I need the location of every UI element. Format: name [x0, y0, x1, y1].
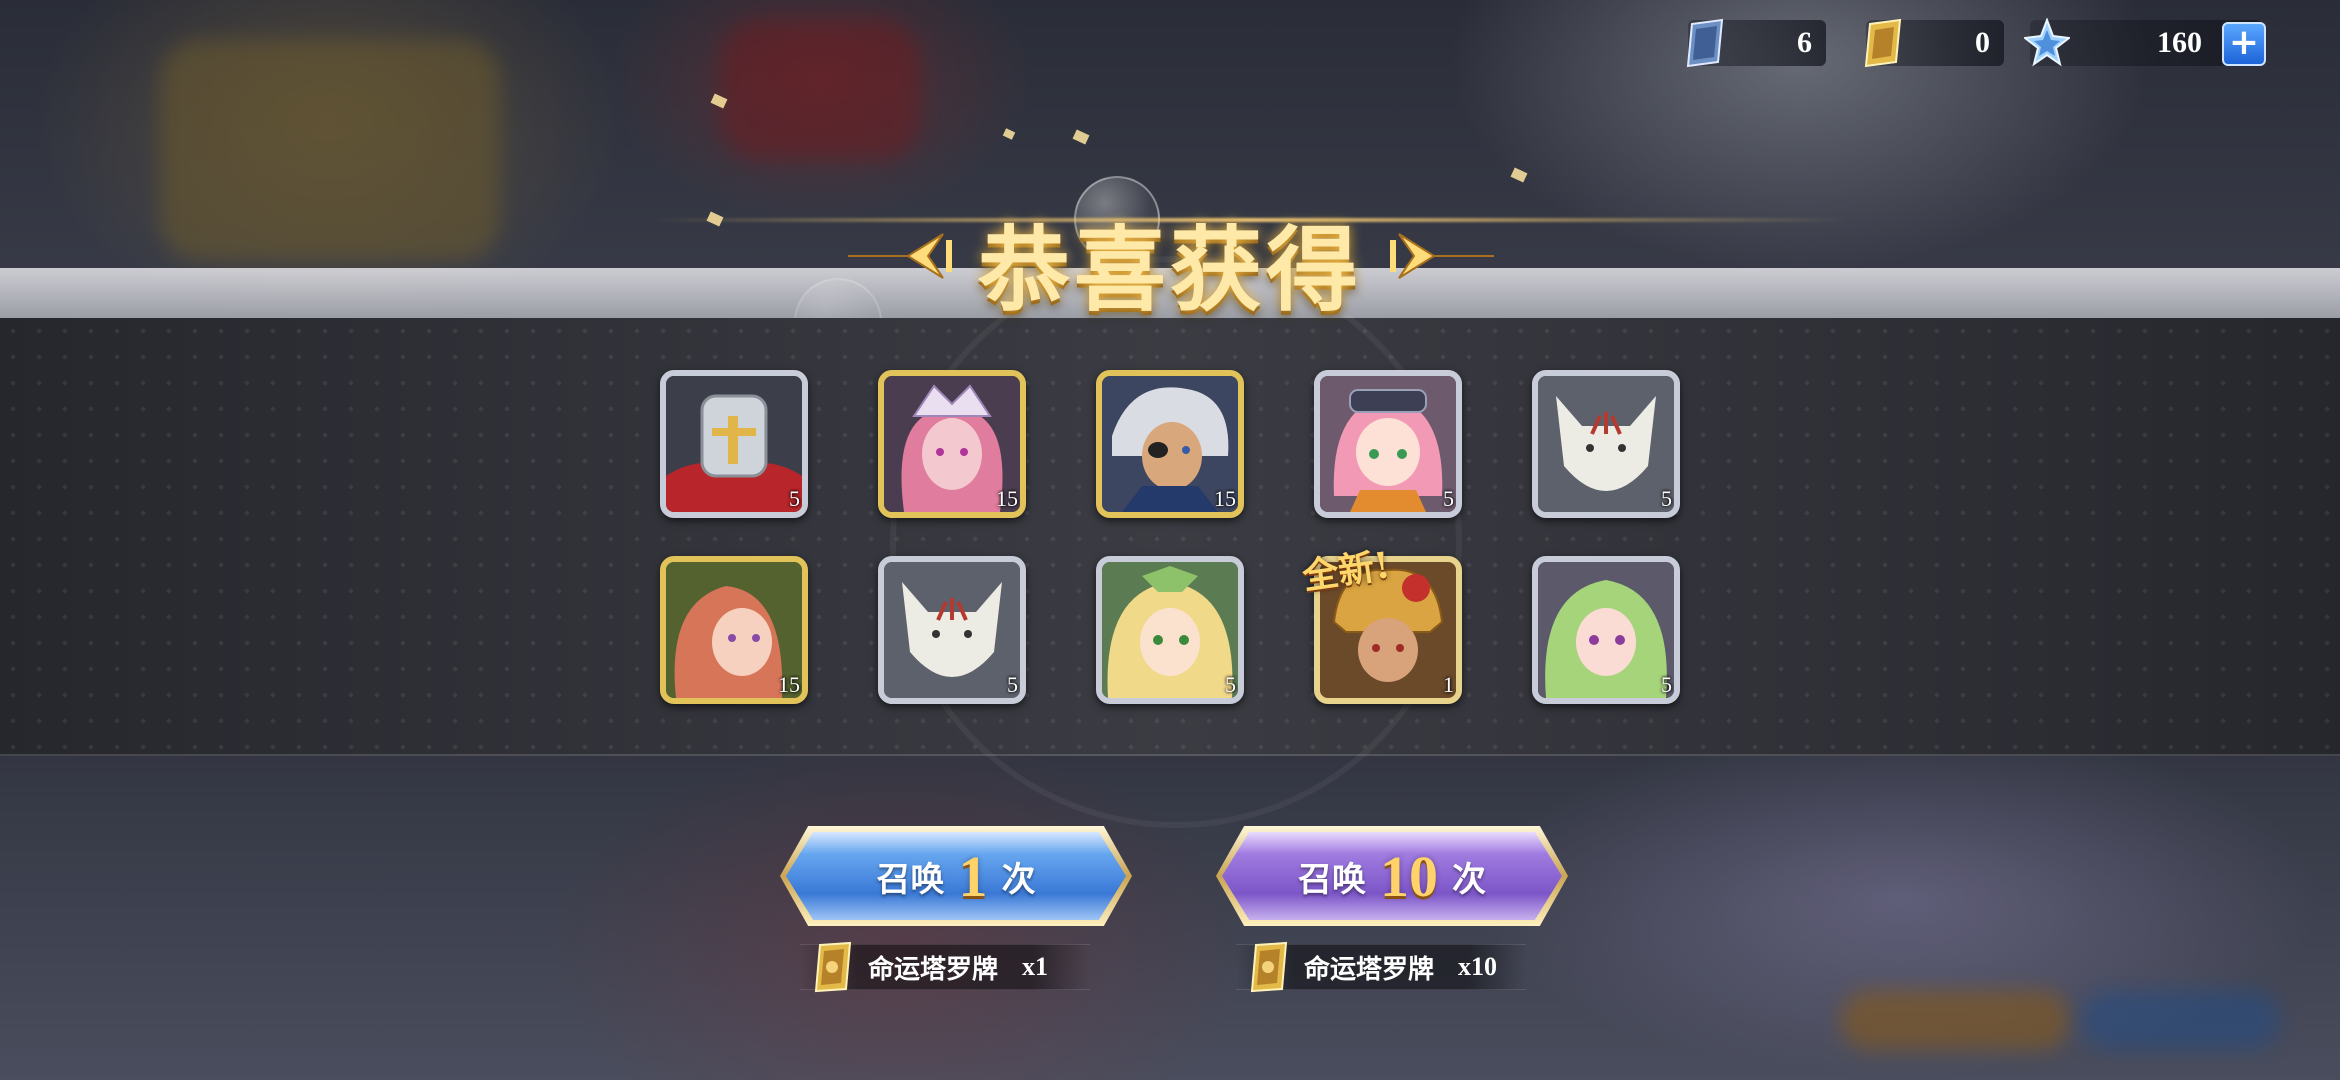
reward-count: 15 — [996, 486, 1018, 511]
knight-helmet-portrait — [666, 376, 802, 512]
summon-once-cost: 命运塔罗牌 x1 — [800, 941, 1090, 993]
bg-blur-orange-button — [1840, 990, 2070, 1050]
bg-blur-blue-button — [2080, 990, 2280, 1050]
reward-count: 5 — [1661, 672, 1672, 697]
tarot-card-icon — [814, 941, 852, 993]
summon-count: 1 — [958, 843, 988, 909]
summon-suffix: 次 — [1001, 859, 1036, 900]
reward-count: 15 — [1214, 486, 1236, 511]
congrats-title: 恭喜获得 — [977, 216, 1362, 324]
cost-item-name: 命运塔罗牌 — [868, 954, 999, 985]
pink-goggles-girl-portrait — [1320, 376, 1456, 512]
summon-once-button[interactable]: 召唤 1 次 — [786, 832, 1126, 920]
white-wolf-portrait — [884, 562, 1020, 698]
reward-count: 15 — [778, 672, 800, 697]
tickets-count: 6 — [1797, 26, 1812, 59]
currency-tickets: 6 — [1686, 18, 1826, 68]
reward-count: 5 — [1007, 672, 1018, 697]
reward-card-helmet-knight[interactable]: 5 — [660, 370, 808, 518]
currency-tarot: 0 — [1864, 18, 2004, 68]
reward-count: 5 — [1225, 672, 1236, 697]
reward-card-pink-elf[interactable]: 15 — [878, 370, 1026, 518]
summon-ten-button[interactable]: 召唤 10 次 — [1222, 832, 1562, 920]
currency-stars: 160 + — [2024, 18, 2266, 67]
reward-card-red-hair-girl[interactable]: 15 — [660, 556, 808, 704]
tarot-card-icon — [1864, 18, 1902, 68]
summon-ten-cost: 命运塔罗牌 x10 — [1236, 941, 1526, 993]
reward-card-pink-goggles-girl[interactable]: 5 — [1314, 370, 1462, 518]
green-hair-girl-portrait — [1538, 562, 1674, 698]
reward-card-blonde-elf[interactable]: 5 — [1096, 556, 1244, 704]
reward-count: 5 — [1443, 486, 1454, 511]
tarot-count: 0 — [1975, 26, 1990, 59]
blonde-elf-portrait — [1102, 562, 1238, 698]
summon-suffix: 次 — [1452, 859, 1486, 900]
reward-count: 5 — [789, 486, 800, 511]
bg-blur-red — [720, 20, 920, 160]
reward-count: 5 — [1661, 486, 1672, 511]
cost-item-name: 命运塔罗牌 — [1304, 954, 1435, 985]
reward-count: 1 — [1443, 672, 1454, 697]
reward-card-white-wolf[interactable]: 5 — [1532, 370, 1680, 518]
cost-multiplier: x1 — [1022, 952, 1049, 981]
reward-card-eyepatch-swordsman[interactable]: 15 — [1096, 370, 1244, 518]
stars-count: 160 — [2157, 26, 2202, 59]
add-currency-button[interactable]: + — [2222, 22, 2266, 66]
cost-multiplier: x10 — [1458, 952, 1498, 981]
tarot-card-icon — [1250, 941, 1288, 993]
reward-card-white-wolf-2[interactable]: 5 — [878, 556, 1026, 704]
summon-prefix: 召唤 — [1298, 859, 1366, 900]
white-wolf-portrait — [1538, 376, 1674, 512]
summon-prefix: 召唤 — [876, 859, 945, 900]
summon-count: 10 — [1380, 843, 1438, 909]
blue-ticket-icon — [1686, 18, 1724, 68]
star-gem-icon — [2024, 18, 2070, 67]
reward-card-green-hair-girl[interactable]: 5 — [1532, 556, 1680, 704]
